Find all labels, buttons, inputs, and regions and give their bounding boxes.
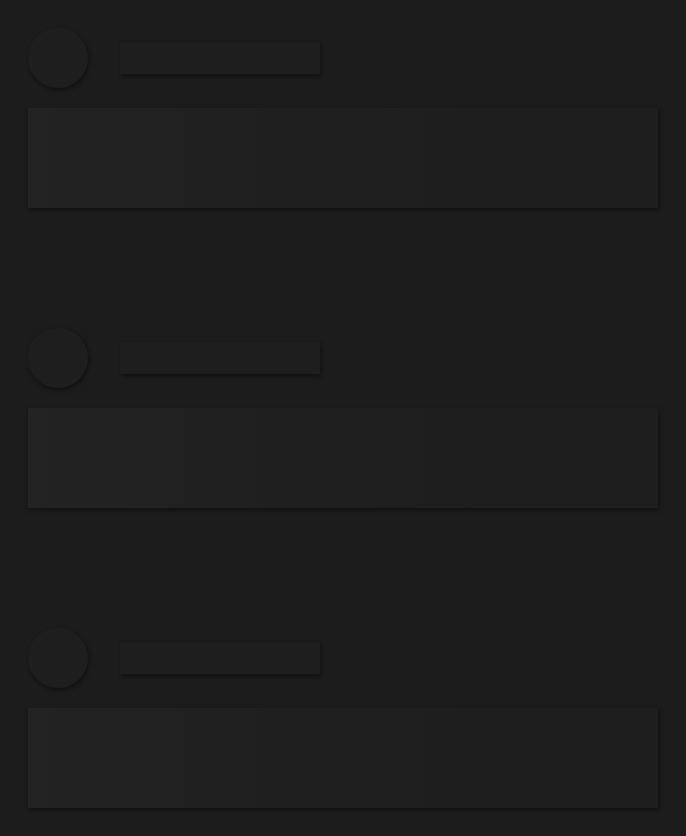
content-placeholder [28, 708, 658, 808]
avatar-placeholder [28, 628, 88, 688]
skeleton-item [28, 328, 658, 508]
content-placeholder [28, 408, 658, 508]
avatar-placeholder [28, 28, 88, 88]
skeleton-item [28, 28, 658, 208]
avatar-placeholder [28, 328, 88, 388]
title-placeholder [120, 342, 320, 374]
title-placeholder [120, 642, 320, 674]
skeleton-item [28, 628, 658, 808]
title-placeholder [120, 42, 320, 74]
content-placeholder [28, 108, 658, 208]
